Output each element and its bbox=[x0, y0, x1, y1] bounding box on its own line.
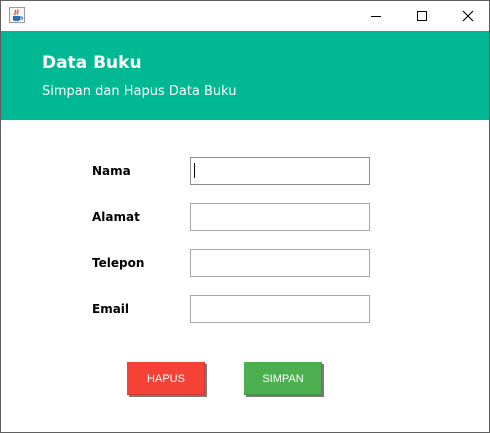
label-telepon: Telepon bbox=[92, 256, 145, 270]
minimize-icon bbox=[370, 7, 382, 26]
title-bar[interactable] bbox=[1, 1, 489, 31]
text-caret bbox=[194, 163, 195, 178]
app-window: Data Buku Simpan dan Hapus Data Buku Nam… bbox=[0, 0, 490, 433]
header-banner: Data Buku Simpan dan Hapus Data Buku bbox=[1, 31, 489, 120]
page-title: Data Buku bbox=[42, 53, 142, 73]
label-email: Email bbox=[92, 302, 130, 316]
alamat-field[interactable] bbox=[190, 203, 370, 231]
maximize-button[interactable] bbox=[399, 1, 445, 31]
close-button[interactable] bbox=[445, 1, 489, 31]
minimize-button[interactable] bbox=[353, 1, 399, 31]
nama-field[interactable] bbox=[190, 157, 370, 185]
simpan-button[interactable]: SIMPAN bbox=[244, 362, 322, 395]
page-subtitle: Simpan dan Hapus Data Buku bbox=[42, 84, 237, 99]
close-icon bbox=[462, 7, 474, 26]
hapus-button[interactable]: HAPUS bbox=[127, 362, 205, 395]
telepon-field[interactable] bbox=[190, 249, 370, 277]
label-alamat: Alamat bbox=[92, 210, 140, 224]
maximize-icon bbox=[416, 7, 428, 26]
label-nama: Nama bbox=[92, 164, 131, 178]
email-field[interactable] bbox=[190, 295, 370, 323]
java-cup-icon[interactable] bbox=[9, 7, 25, 23]
